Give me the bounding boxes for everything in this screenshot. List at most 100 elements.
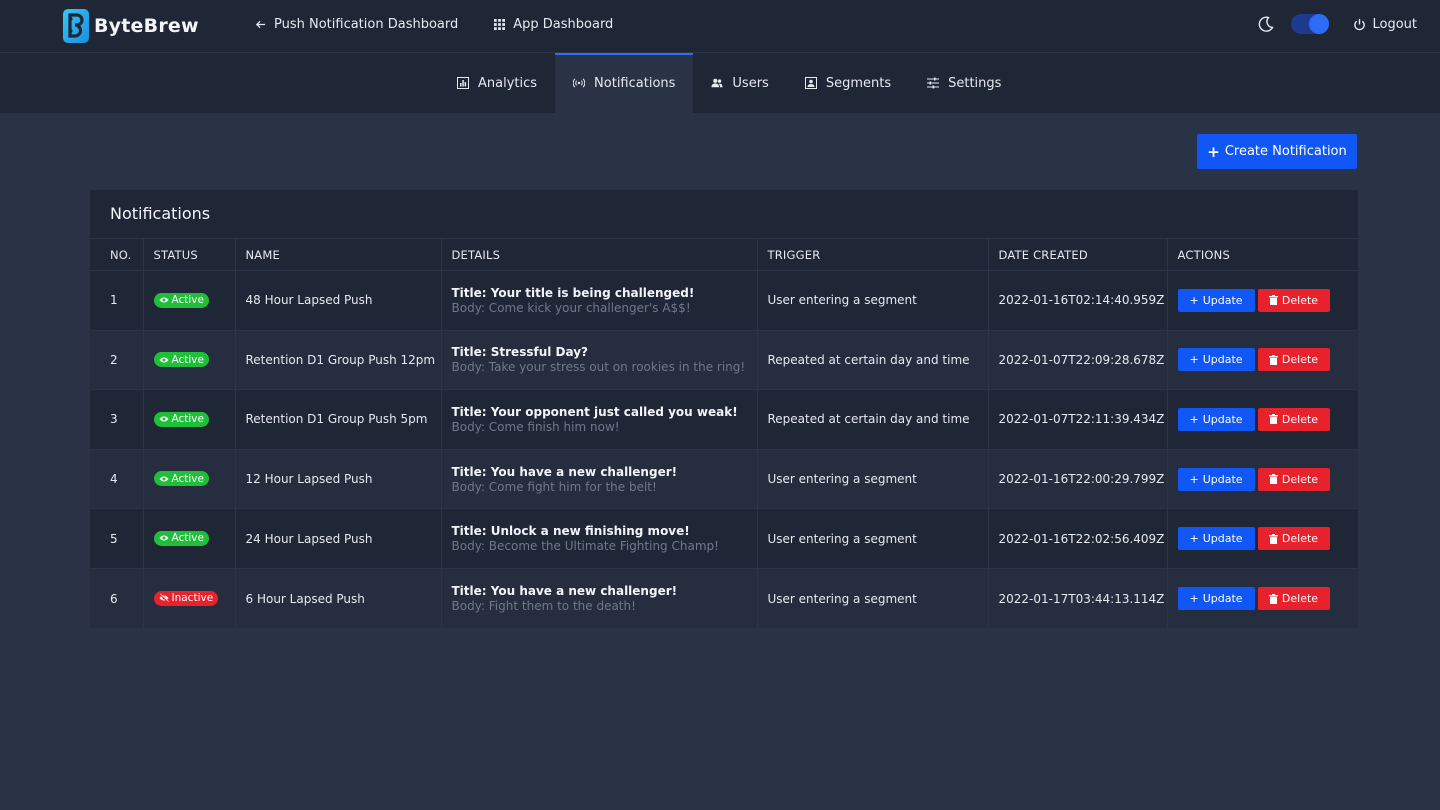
tab-label: Notifications [594, 75, 676, 91]
status-label: Active [171, 294, 204, 307]
tab-label: Settings [948, 75, 1002, 91]
status-badge: Active [153, 352, 209, 368]
tab-label: Users [732, 75, 769, 91]
top-right-tools: Logout [1257, 14, 1417, 34]
plus-icon: + [1189, 472, 1199, 486]
details-cell: Title: Your opponent just called you wea… [441, 389, 758, 450]
column-header-no[interactable]: NO. [90, 238, 144, 271]
row-number: 3 [90, 389, 144, 450]
notification-name: Retention D1 Group Push 12pm [235, 329, 442, 390]
update-button[interactable]: + Update [1177, 587, 1255, 611]
delete-label: Delete [1281, 592, 1319, 606]
update-label: Update [1202, 472, 1243, 486]
update-label: Update [1202, 293, 1243, 307]
back-link-label: Push Notification Dashboard [274, 17, 459, 32]
trigger-cell: User entering a segment [757, 508, 989, 569]
plus-icon: + [1189, 412, 1199, 426]
logout-button[interactable]: Logout [1353, 17, 1417, 32]
update-button[interactable]: + Update [1177, 288, 1255, 312]
chart-icon [457, 77, 469, 89]
update-button[interactable]: + Update [1177, 348, 1255, 372]
delete-button[interactable]: Delete [1257, 527, 1330, 551]
logout-label: Logout [1372, 16, 1417, 32]
date-created-cell: 2022-01-16T22:02:56.409Z [988, 508, 1168, 569]
eye-icon [158, 476, 169, 482]
plus-icon: + [1207, 142, 1220, 161]
details-title: Title: Your opponent just called you wea… [451, 404, 738, 419]
theme-toggle[interactable] [1291, 14, 1330, 34]
status-cell: Active [143, 270, 236, 331]
date-created-cell: 2022-01-07T22:09:28.678Z [988, 329, 1168, 390]
eye-icon [158, 535, 169, 541]
status-label: Active [171, 472, 204, 485]
tab-users[interactable]: Users [693, 53, 786, 113]
app-dashboard-label: App Dashboard [513, 17, 614, 32]
table-row: 2 Active Retention D1 Group Push 12pm Title… [90, 329, 1358, 390]
details-title: Title: You have a new challenger! [451, 464, 678, 479]
table-header-row: NO. STATUS NAME DETAILS TRIGGER DATE CRE… [90, 238, 1358, 271]
app-dashboard-link[interactable]: App Dashboard [494, 17, 613, 32]
column-header-actions: ACTIONS [1167, 238, 1358, 271]
delete-button[interactable]: Delete [1257, 407, 1330, 431]
column-header-trigger[interactable]: TRIGGER [757, 238, 989, 271]
tab-analytics[interactable]: Analytics [439, 53, 555, 113]
status-label: Active [171, 353, 204, 366]
details-body: Body: Come fight him for the belt! [451, 479, 657, 494]
table-row: 5 Active 24 Hour Lapsed Push Title: Unlock … [90, 508, 1358, 569]
status-cell: Active [143, 329, 236, 390]
tab-notifications[interactable]: Notifications [555, 53, 694, 113]
details-title: Title: Unlock a new finishing move! [451, 524, 690, 539]
date-created-cell: 2022-01-16T22:00:29.799Z [988, 448, 1168, 509]
create-button-label: Create Notification [1224, 144, 1347, 159]
actions-cell: + Update Delete [1167, 389, 1358, 450]
details-title: Title: You have a new challenger! [451, 584, 678, 599]
column-header-date-created[interactable]: DATE CREATED [988, 238, 1168, 271]
update-button[interactable]: + Update [1177, 467, 1255, 491]
trash-icon [1268, 474, 1278, 485]
details-cell: Title: Unlock a new finishing move! Body:… [441, 508, 758, 569]
table-row: 4 Active 12 Hour Lapsed Push Title: You hav… [90, 448, 1358, 509]
notification-name: Retention D1 Group Push 5pm [235, 389, 442, 450]
status-badge: Active [153, 471, 209, 487]
delete-button[interactable]: Delete [1257, 288, 1330, 312]
trash-icon [1268, 593, 1278, 604]
plus-icon: + [1189, 532, 1199, 546]
tab-segments[interactable]: Segments [787, 53, 909, 113]
trigger-cell: User entering a segment [757, 270, 989, 331]
delete-button[interactable]: Delete [1257, 587, 1330, 611]
update-button[interactable]: + Update [1177, 407, 1255, 431]
notification-name: 48 Hour Lapsed Push [235, 270, 442, 331]
moon-icon[interactable] [1257, 15, 1275, 33]
trigger-cell: User entering a segment [757, 448, 989, 509]
date-created-cell: 2022-01-17T03:44:13.114Z [988, 567, 1168, 629]
row-number: 2 [90, 329, 144, 390]
back-to-push-dashboard-link[interactable]: Push Notification Dashboard [255, 17, 458, 32]
delete-label: Delete [1281, 353, 1319, 367]
notification-name: 6 Hour Lapsed Push [235, 567, 442, 629]
details-cell: Title: Stressful Day? Body: Take your str… [441, 329, 758, 390]
status-badge: Active [153, 530, 209, 546]
eye-off-icon [158, 593, 169, 603]
tab-settings[interactable]: Settings [909, 53, 1019, 113]
trash-icon [1268, 533, 1278, 544]
brand-logo[interactable]: ByteBrew [63, 9, 199, 43]
broadcast-icon [573, 78, 586, 88]
update-button[interactable]: + Update [1177, 527, 1255, 551]
actions-cell: + Update Delete [1167, 329, 1358, 390]
column-header-name[interactable]: NAME [235, 238, 442, 271]
create-notification-button[interactable]: + Create Notification [1197, 134, 1357, 169]
column-header-status[interactable]: STATUS [143, 238, 236, 271]
tab-label: Segments [825, 75, 892, 91]
tab-label: Analytics [478, 75, 538, 91]
delete-button[interactable]: Delete [1257, 348, 1330, 372]
column-header-details[interactable]: DETAILS [441, 238, 758, 271]
notification-name: 12 Hour Lapsed Push [235, 448, 442, 509]
actions-cell: + Update Delete [1167, 508, 1358, 569]
table-row: 1 Active 48 Hour Lapsed Push Title: Your ti… [90, 270, 1358, 331]
sliders-icon [927, 77, 940, 89]
details-body: Body: Come finish him now! [451, 419, 620, 434]
power-icon [1354, 18, 1366, 30]
top-bar: ByteBrew Push Notification Dashboard App… [0, 0, 1440, 53]
delete-button[interactable]: Delete [1257, 467, 1330, 491]
trigger-cell: Repeated at certain day and time [757, 329, 989, 390]
